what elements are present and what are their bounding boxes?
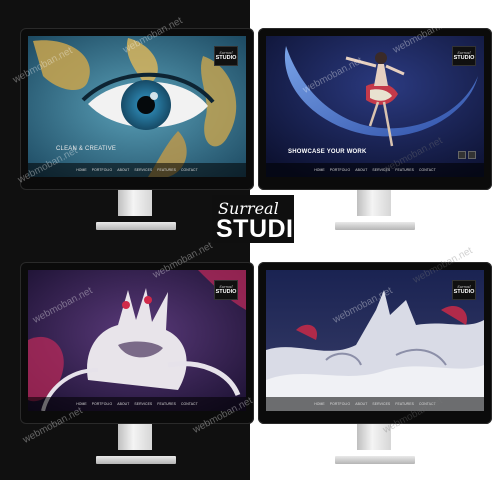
brand-title: STUDIO	[216, 215, 314, 243]
nav-about[interactable]: ABOUT	[117, 402, 129, 406]
screen-landscape: Surreal STUDIO HOME PORTFOLIO ABOUT SERV…	[266, 270, 484, 411]
nav-services[interactable]: SERVICES	[134, 402, 152, 406]
nav-contact[interactable]: CONTACT	[419, 168, 436, 172]
nav-about[interactable]: ABOUT	[355, 402, 367, 406]
monitor-landscape: Surreal STUDIO HOME PORTFOLIO ABOUT SERV…	[258, 262, 492, 424]
nav-contact[interactable]: CONTACT	[181, 402, 198, 406]
monitor-stand-base	[96, 456, 176, 464]
monitor-stand-base	[96, 222, 176, 230]
nav-portfolio[interactable]: PORTFOLIO	[92, 168, 112, 172]
nav-home[interactable]: HOME	[76, 402, 87, 406]
main-nav: HOME PORTFOLIO ABOUT SERVICES FEATURES C…	[28, 397, 246, 411]
nav-contact[interactable]: CONTACT	[181, 168, 198, 172]
slider-next-button[interactable]	[468, 151, 476, 159]
nav-about[interactable]: ABOUT	[117, 168, 129, 172]
monitor-stand-base	[335, 222, 415, 230]
main-nav: HOME PORTFOLIO ABOUT SERVICES FEATURES C…	[266, 397, 484, 411]
nav-portfolio[interactable]: PORTFOLIO	[330, 402, 350, 406]
brand-logo: Surreal STUDIO	[212, 195, 313, 243]
screen-logo-title: STUDIO	[215, 55, 237, 61]
monitor-stand-base	[335, 456, 415, 464]
nav-home[interactable]: HOME	[314, 402, 325, 406]
screen-moon: SHOWCASE YOUR WORK Surreal STUDIO HOME P…	[266, 36, 484, 177]
screen-logo[interactable]: Surreal STUDIO	[214, 280, 238, 300]
nav-services[interactable]: SERVICES	[372, 402, 390, 406]
screen-logo-title: STUDIO	[215, 289, 237, 295]
nav-portfolio[interactable]: PORTFOLIO	[330, 168, 350, 172]
nav-services[interactable]: SERVICES	[372, 168, 390, 172]
screen-logo[interactable]: Surreal STUDIO	[452, 280, 476, 300]
monitor-creature: Surreal STUDIO HOME PORTFOLIO ABOUT SERV…	[20, 262, 254, 424]
screen-creature: Surreal STUDIO HOME PORTFOLIO ABOUT SERV…	[28, 270, 246, 411]
nav-services[interactable]: SERVICES	[134, 168, 152, 172]
nav-home[interactable]: HOME	[314, 168, 325, 172]
slide-tagline: SHOWCASE YOUR WORK	[288, 149, 367, 155]
monitor-stand-neck	[357, 190, 391, 216]
nav-home[interactable]: HOME	[76, 168, 87, 172]
nav-contact[interactable]: CONTACT	[419, 402, 436, 406]
screen-logo-title: STUDIO	[453, 55, 475, 61]
main-nav: HOME PORTFOLIO ABOUT SERVICES FEATURES C…	[266, 163, 484, 177]
nav-features[interactable]: FEATURES	[395, 402, 414, 406]
screen-logo[interactable]: Surreal STUDIO	[452, 46, 476, 66]
screen-logo[interactable]: Surreal STUDIO	[214, 46, 238, 66]
nav-features[interactable]: FEATURES	[157, 402, 176, 406]
monitor-stand-neck	[357, 424, 391, 450]
screen-eye: CLEAN & CREATIVE Surreal STUDIO HOME POR…	[28, 36, 246, 177]
nav-features[interactable]: FEATURES	[395, 168, 414, 172]
slider-controls	[458, 151, 476, 159]
main-nav: HOME PORTFOLIO ABOUT SERVICES FEATURES C…	[28, 163, 246, 177]
monitor-stand-neck	[118, 424, 152, 450]
monitor-stand-neck	[118, 190, 152, 216]
screen-logo-title: STUDIO	[453, 289, 475, 295]
monitor-moon: SHOWCASE YOUR WORK Surreal STUDIO HOME P…	[258, 28, 492, 190]
slider-prev-button[interactable]	[458, 151, 466, 159]
nav-features[interactable]: FEATURES	[157, 168, 176, 172]
monitor-eye: CLEAN & CREATIVE Surreal STUDIO HOME POR…	[20, 28, 254, 190]
nav-about[interactable]: ABOUT	[355, 168, 367, 172]
slide-tagline: CLEAN & CREATIVE	[56, 146, 117, 152]
nav-portfolio[interactable]: PORTFOLIO	[92, 402, 112, 406]
